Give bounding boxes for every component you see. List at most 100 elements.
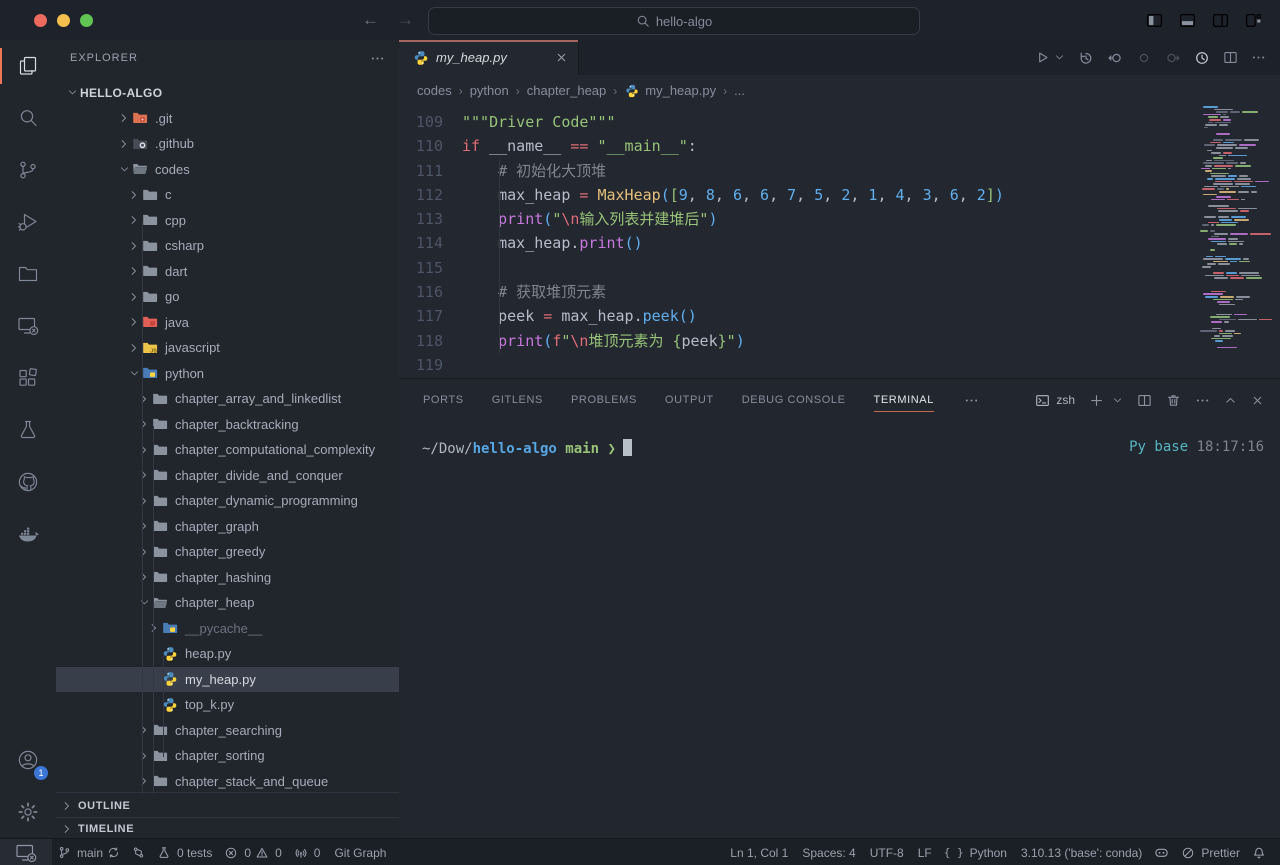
status-notifications[interactable] <box>1246 839 1272 865</box>
status-python-interpreter[interactable]: 3.10.13 ('base': conda) <box>1013 839 1148 865</box>
tree-item-chapter_dynamic_programming[interactable]: chapter_dynamic_programming <box>56 488 399 514</box>
tree-item-csharp[interactable]: csharp <box>56 233 399 259</box>
code-line-111[interactable]: 111 # 初始化大顶堆 <box>399 159 1280 183</box>
code-line-109[interactable]: 109"""Driver Code""" <box>399 110 1280 134</box>
activity-testing[interactable] <box>0 404 56 456</box>
status-ports[interactable]: 0 <box>288 839 327 865</box>
close-window-button[interactable] <box>34 14 47 27</box>
status-problems[interactable]: 00 <box>218 839 287 865</box>
timeline-history-icon[interactable] <box>1078 50 1094 66</box>
close-tab-icon[interactable] <box>555 51 568 64</box>
run-options-chevron-icon[interactable] <box>1054 52 1065 63</box>
status-eol[interactable]: LF <box>910 839 938 865</box>
panel-tab-problems[interactable]: PROBLEMS <box>571 379 637 421</box>
terminal[interactable]: ~/Dow/hello-algo main ❯ Py base 18:17:16 <box>399 421 1280 457</box>
tree-item-c[interactable]: c <box>56 182 399 208</box>
activity-run-debug[interactable] <box>0 196 56 248</box>
next-change-icon[interactable] <box>1165 50 1181 66</box>
toggle-secondary-sidebar-icon[interactable] <box>1212 12 1229 29</box>
change-marker-icon[interactable] <box>1136 50 1152 66</box>
more-actions-icon[interactable] <box>1251 50 1266 65</box>
terminal-more-icon[interactable] <box>1195 393 1210 408</box>
tree-item-chapter_backtracking[interactable]: chapter_backtracking <box>56 412 399 438</box>
status-prettier[interactable]: Prettier <box>1175 839 1246 865</box>
tree-item-chapter_computational_complexity[interactable]: chapter_computational_complexity <box>56 437 399 463</box>
code-line-113[interactable]: 113 print("\n输入列表并建堆后") <box>399 207 1280 231</box>
status-encoding[interactable]: UTF-8 <box>862 839 910 865</box>
tree-item-chapter_array_and_linkedlist[interactable]: chapter_array_and_linkedlist <box>56 386 399 412</box>
activity-docker[interactable] <box>0 508 56 560</box>
status-indentation[interactable]: Spaces: 4 <box>794 839 861 865</box>
toggle-sidebar-icon[interactable] <box>1146 12 1163 29</box>
maximize-panel-icon[interactable] <box>1224 394 1237 407</box>
code-line-110[interactable]: 110if __name__ == "__main__": <box>399 134 1280 158</box>
panel-tab-output[interactable]: OUTPUT <box>665 379 714 421</box>
status-copilot[interactable] <box>1148 839 1175 865</box>
customize-layout-icon[interactable] <box>1245 12 1262 29</box>
tree-item-dart[interactable]: dart <box>56 259 399 285</box>
kill-terminal-icon[interactable] <box>1166 393 1181 408</box>
panel-tabs-more-icon[interactable] <box>964 393 979 408</box>
tree-item-cpp[interactable]: cpp <box>56 208 399 234</box>
activity-open-folder[interactable] <box>0 248 56 300</box>
minimize-window-button[interactable] <box>57 14 70 27</box>
breadcrumb-item[interactable]: codes <box>417 83 452 98</box>
outline-section[interactable]: OUTLINE <box>56 792 399 818</box>
previous-change-icon[interactable] <box>1107 50 1123 66</box>
run-python-file-button[interactable] <box>1035 50 1050 65</box>
panel-tab-debug-console[interactable]: DEBUG CONSOLE <box>742 379 846 421</box>
tree-item-chapter_divide_and_conquer[interactable]: chapter_divide_and_conquer <box>56 463 399 489</box>
code-line-115[interactable]: 115 <box>399 256 1280 280</box>
tree-item-chapter_sorting[interactable]: chapter_sorting <box>56 743 399 769</box>
panel-tab-gitlens[interactable]: GITLENS <box>492 379 543 421</box>
code-editor[interactable]: 109"""Driver Code"""110if __name__ == "_… <box>399 106 1280 378</box>
breadcrumb-item[interactable]: python <box>470 83 509 98</box>
breadcrumb-item[interactable]: my_heap.py <box>624 83 716 99</box>
tree-item-chapter_hashing[interactable]: chapter_hashing <box>56 565 399 591</box>
tree-item-top_kpy[interactable]: top_k.py <box>56 692 399 718</box>
breadcrumb-item[interactable]: ... <box>734 83 745 98</box>
status-remote-indicator[interactable] <box>0 839 52 865</box>
new-terminal-icon[interactable] <box>1089 393 1104 408</box>
breadcrumb-item[interactable]: chapter_heap <box>527 83 607 98</box>
status-git-graph[interactable]: Git Graph <box>326 839 392 865</box>
tree-item-chapter_heap[interactable]: chapter_heap <box>56 590 399 616</box>
status-cursor-position[interactable]: Ln 1, Col 1 <box>722 839 794 865</box>
tree-item-chapter_graph[interactable]: chapter_graph <box>56 514 399 540</box>
panel-tab-terminal[interactable]: TERMINAL <box>874 379 934 421</box>
activity-github[interactable] <box>0 456 56 508</box>
activity-search[interactable] <box>0 92 56 144</box>
split-terminal-icon[interactable] <box>1137 393 1152 408</box>
tree-item-java[interactable]: java <box>56 310 399 336</box>
tree-item-chapter_greedy[interactable]: chapter_greedy <box>56 539 399 565</box>
activity-accounts[interactable]: 1 <box>0 734 56 786</box>
command-center-search[interactable]: hello-algo <box>428 7 920 35</box>
toggle-panel-icon[interactable] <box>1179 12 1196 29</box>
tree-item-javascript[interactable]: JSjavascript <box>56 335 399 361</box>
split-editor-icon[interactable] <box>1223 50 1238 65</box>
activity-remote-explorer[interactable] <box>0 300 56 352</box>
status-language-mode[interactable]: { }Python <box>938 839 1013 865</box>
tree-item-python[interactable]: python <box>56 361 399 387</box>
tree-item-heappy[interactable]: heap.py <box>56 641 399 667</box>
tree-item-chapter_searching[interactable]: chapter_searching <box>56 718 399 744</box>
status-scm-compare[interactable] <box>126 839 151 865</box>
status-git-branch[interactable]: main <box>52 839 126 865</box>
timeline-section[interactable]: TIMELINE <box>56 817 399 839</box>
close-panel-icon[interactable] <box>1251 394 1264 407</box>
activity-extensions[interactable] <box>0 352 56 404</box>
tree-item-github[interactable]: .github <box>56 131 399 157</box>
zoom-window-button[interactable] <box>80 14 93 27</box>
code-line-119[interactable]: 119 <box>399 353 1280 377</box>
navigate-forward-button[interactable]: → <box>397 10 414 30</box>
activity-settings[interactable] <box>0 786 56 838</box>
status-tests[interactable]: 0 tests <box>151 839 218 865</box>
tab-my-heap[interactable]: my_heap.py <box>399 40 579 75</box>
shell-selector[interactable]: zsh <box>1035 393 1075 408</box>
code-line-116[interactable]: 116 # 获取堆顶元素 <box>399 280 1280 304</box>
code-line-112[interactable]: 112 max_heap = MaxHeap([9, 8, 6, 6, 7, 5… <box>399 183 1280 207</box>
explorer-more-actions-icon[interactable] <box>370 51 385 66</box>
minimap[interactable] <box>1200 106 1272 346</box>
terminal-dropdown-icon[interactable] <box>1112 395 1123 406</box>
tree-item-chapter_stack_and_queue[interactable]: chapter_stack_and_queue <box>56 769 399 795</box>
